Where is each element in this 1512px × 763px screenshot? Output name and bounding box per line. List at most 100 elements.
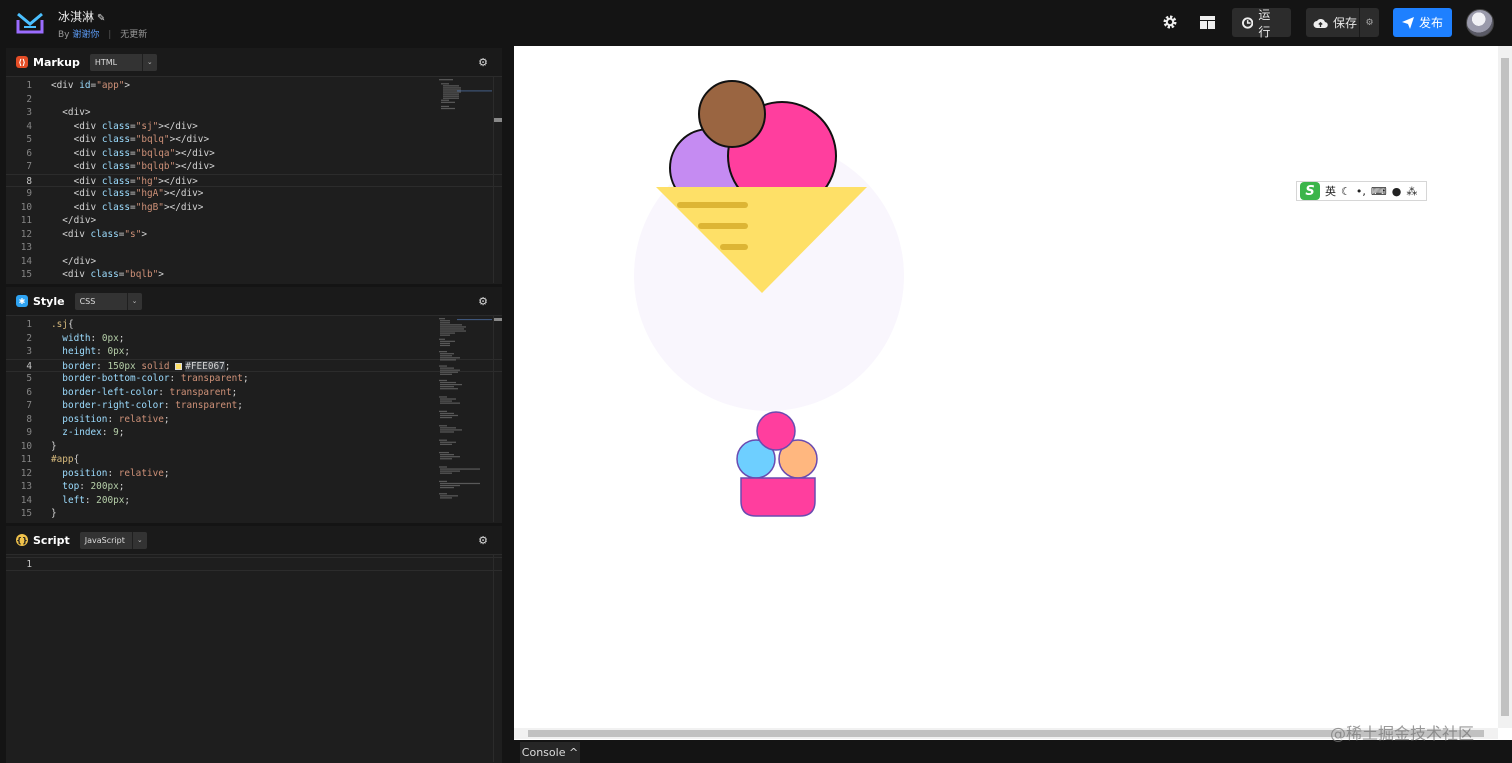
punctuation-icon[interactable]: •, — [1356, 185, 1366, 198]
markup-code-line[interactable]: 7 <div class="bqlqb"></div> — [6, 160, 502, 174]
script-settings-gear-icon[interactable]: ⚙ — [478, 534, 488, 547]
line-number: 6 — [26, 147, 32, 159]
settings-icon — [1163, 15, 1177, 29]
markup-scrollbar[interactable] — [493, 77, 502, 283]
run-button[interactable]: 运行 — [1232, 8, 1291, 39]
ime-toolbar[interactable]: S 英 ☾ •, ⌨ ● ⁂ — [1296, 181, 1427, 201]
markup-code-line[interactable]: 6 <div class="bqlqa"></div> — [6, 147, 502, 161]
markup-panel-header: ⟨⟩ Markup HTML ⌄ ⚙ — [6, 48, 502, 77]
style-code-line[interactable]: 1 .sj{ — [6, 318, 502, 332]
code-text: <div class="bqlq"></div> — [51, 134, 210, 145]
layout-button[interactable] — [1197, 12, 1217, 32]
user-avatar[interactable] — [1466, 9, 1494, 37]
style-settings-gear-icon[interactable]: ⚙ — [478, 295, 488, 308]
code-editor-logo-icon[interactable] — [16, 10, 44, 34]
code-text: <div class="bqlb"> — [51, 269, 164, 280]
style-language-select[interactable]: CSS ⌄ — [74, 292, 142, 310]
style-panel: ✱ Style CSS ⌄ ⚙ 1 .sj{2 width: 0px; 3 heig… — [6, 287, 502, 523]
color-swatch[interactable] — [175, 362, 183, 370]
code-text: <div> — [51, 107, 91, 118]
project-title[interactable]: 冰淇淋 ✎ — [58, 8, 105, 25]
publish-button[interactable]: 发布 — [1393, 8, 1452, 37]
line-number: 11 — [20, 215, 32, 226]
keyboard-icon[interactable]: ⌨ — [1371, 185, 1387, 198]
markup-code-line[interactable]: 14 </div> — [6, 255, 502, 269]
script-language-value: JavaScript — [84, 535, 125, 545]
style-code-line[interactable]: 11 #app{ — [6, 453, 502, 467]
style-code-line[interactable]: 5 border-bottom-color: transparent; — [6, 372, 502, 386]
code-text: .sj{ — [51, 319, 74, 330]
style-code-line[interactable]: 3 height: 0px; — [6, 345, 502, 359]
line-number: 12 — [20, 228, 32, 240]
line-number: 9 — [26, 427, 32, 438]
grid-icon[interactable]: ⁂ — [1406, 185, 1417, 198]
line-number: 15 — [20, 269, 32, 280]
line-number: 14 — [20, 255, 32, 267]
html-icon: ⟨⟩ — [16, 56, 28, 68]
style-code-line[interactable]: 10} — [6, 440, 502, 454]
style-code-line[interactable]: 9 z-index: 9; — [6, 426, 502, 440]
preview-vertical-scrollbar[interactable] — [1498, 46, 1512, 728]
small-cup — [740, 477, 816, 517]
script-panel-header: {} Script JavaScript ⌄ ⚙ — [6, 526, 502, 555]
script-scrollbar[interactable] — [493, 555, 502, 762]
layout-icon — [1199, 15, 1215, 29]
preview-pane[interactable] — [514, 46, 1512, 740]
style-code-line[interactable]: 2 width: 0px; — [6, 332, 502, 346]
project-title-text: 冰淇淋 — [58, 10, 95, 24]
code-text: #app{ — [51, 454, 80, 465]
line-number: 3 — [26, 107, 32, 118]
markup-code-line[interactable]: 5 <div class="bqlq"></div> — [6, 133, 502, 147]
code-text: <div class="hgB"></div> — [51, 201, 204, 213]
author-link[interactable]: 谢谢你 — [72, 30, 99, 40]
style-code-line[interactable]: 7 border-right-color: transparent; — [6, 399, 502, 413]
style-code-editor[interactable]: 1 .sj{ 2 width: 0px; 3 height: 0px; 4 border… — [6, 316, 502, 522]
update-status: 无更新 — [120, 30, 148, 40]
markup-code-line[interactable]: 3 <div> — [6, 106, 502, 120]
markup-code-line[interactable]: 15 <div class="bqlb"> — [6, 268, 502, 282]
markup-settings-gear-icon[interactable]: ⚙ — [478, 56, 488, 69]
style-code-line[interactable]: 6 border-left-color: transparent; — [6, 386, 502, 400]
by-prefix: By — [58, 30, 70, 40]
ime-lang[interactable]: 英 — [1325, 183, 1336, 199]
markup-minimap[interactable] — [437, 77, 492, 283]
style-code-line[interactable]: 12 position: relative; — [6, 467, 502, 481]
script-code-editor[interactable]: 1 — [6, 555, 502, 762]
style-code-line[interactable]: 4 border: 150px solid #FEE067; — [6, 358, 502, 372]
line-number: 11 — [20, 454, 32, 465]
markup-code-line[interactable]: 8 <div class="hg"></div> — [6, 173, 502, 187]
preview-vertical-thumb[interactable] — [1501, 58, 1509, 716]
markup-language-select[interactable]: HTML ⌄ — [89, 53, 157, 71]
markup-code-editor[interactable]: 1 <div id="app"> 2 3 <div> 4 <div class="sj"… — [6, 77, 502, 283]
line-number: 1 — [26, 319, 32, 330]
markup-code-line[interactable]: 2 — [6, 93, 502, 107]
style-scrollbar[interactable] — [493, 316, 502, 522]
save-settings-icon[interactable]: ⚙ — [1359, 8, 1379, 37]
markup-code-line[interactable]: 12 <div class="s"> — [6, 228, 502, 242]
line-number: 3 — [26, 346, 32, 357]
markup-code-line[interactable]: 9 <div class="hgA"></div> — [6, 187, 502, 201]
markup-code-line[interactable]: 1 <div id="app"> — [6, 79, 502, 93]
run-icon — [1242, 16, 1254, 29]
style-minimap[interactable] — [437, 316, 492, 522]
style-code-line[interactable]: 15} — [6, 507, 502, 521]
send-icon — [1401, 16, 1414, 29]
save-button[interactable]: 保存 ⚙ — [1306, 8, 1379, 37]
edit-pencil-icon[interactable]: ✎ — [97, 13, 105, 24]
markup-code-line[interactable]: 13 — [6, 241, 502, 255]
line-number: 8 — [26, 413, 32, 425]
script-language-select[interactable]: JavaScript ⌄ — [79, 531, 147, 549]
style-code-line[interactable]: 8 position: relative; — [6, 413, 502, 427]
script-code-line[interactable]: 1 — [6, 557, 502, 571]
line-number: 8 — [26, 175, 32, 187]
style-code-line[interactable]: 13 top: 200px; — [6, 480, 502, 494]
markup-code-line[interactable]: 4 <div class="sj"></div> — [6, 120, 502, 134]
style-code-line[interactable]: 14 left: 200px; — [6, 494, 502, 508]
user-icon[interactable]: ● — [1392, 185, 1402, 198]
moon-icon[interactable]: ☾ — [1341, 185, 1351, 198]
markup-code-line[interactable]: 11 </div> — [6, 214, 502, 228]
publish-label: 发布 — [1418, 16, 1443, 30]
settings-gear-button[interactable] — [1160, 12, 1180, 32]
console-toggle-button[interactable]: Console ^ — [520, 742, 580, 763]
markup-code-line[interactable]: 10 <div class="hgB"></div> — [6, 201, 502, 215]
